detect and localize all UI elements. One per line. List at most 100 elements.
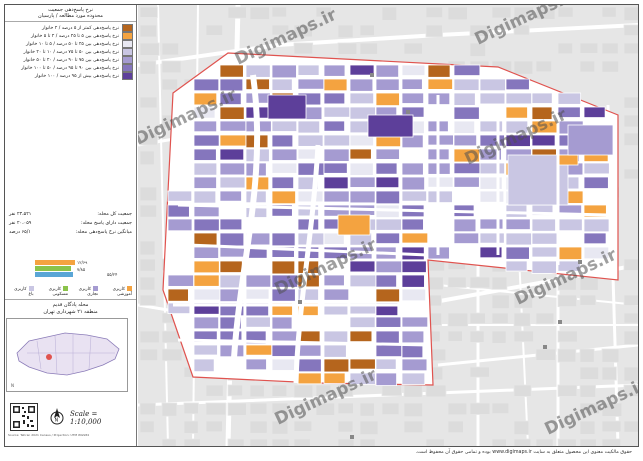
map-page: نرخ پاسخ‌دهی جمعیت محدوده مورد مطالعه / … bbox=[0, 0, 643, 461]
land-parcel bbox=[401, 316, 429, 328]
background-block bbox=[249, 6, 270, 20]
legend-swatch bbox=[122, 72, 133, 80]
background-block bbox=[469, 276, 491, 289]
land-parcel bbox=[323, 148, 350, 162]
land-parcel bbox=[323, 92, 346, 105]
landuse-item: کاربری باغ bbox=[14, 286, 34, 297]
background-block bbox=[337, 420, 354, 433]
background-block bbox=[139, 96, 158, 109]
land-parcel bbox=[349, 120, 372, 134]
land-parcel bbox=[193, 190, 217, 204]
land-parcel bbox=[245, 358, 267, 371]
background-block bbox=[579, 294, 597, 306]
land-parcel bbox=[297, 78, 325, 90]
qr-code-icon bbox=[10, 403, 38, 431]
land-parcel bbox=[297, 190, 324, 203]
land-parcel bbox=[193, 344, 218, 356]
background-block bbox=[139, 420, 155, 434]
legend-item: نرخ پاسخ‌دهی بین ۹۰ تا ۹۵ درصد / ۵۰ تا ۱… bbox=[8, 64, 133, 72]
land-parcel bbox=[193, 218, 220, 232]
land-parcel bbox=[375, 372, 397, 386]
legend-item-label: نرخ پاسخ‌دهی بیش از ۹۵ درصد / ۱۰۰ خانوار bbox=[34, 73, 119, 79]
stat-respondents: جمعیت دارای پاسخ محله: ۲۰،۰۵۹ نفر bbox=[9, 221, 132, 226]
background-block bbox=[139, 258, 156, 272]
background-block bbox=[139, 402, 156, 416]
background-block bbox=[557, 294, 578, 308]
land-parcel bbox=[297, 162, 325, 176]
legend-title-line2: محدوده مورد مطالعه / پارسیان bbox=[38, 13, 103, 19]
background-block bbox=[139, 294, 157, 306]
land-parcel bbox=[323, 120, 345, 132]
stat-avg-response: میانگین نرخ پاسخ‌دهی محله: ۶۵/۱ درصد bbox=[9, 230, 132, 235]
land-parcel bbox=[453, 64, 481, 76]
background-block bbox=[205, 402, 227, 416]
land-parcel bbox=[271, 330, 299, 342]
land-parcel bbox=[375, 358, 397, 370]
land-parcel bbox=[453, 176, 480, 188]
land-parcel bbox=[245, 316, 271, 328]
land-parcel bbox=[479, 78, 506, 92]
land-parcel bbox=[245, 288, 270, 300]
background-block bbox=[557, 384, 578, 397]
land-parcel bbox=[193, 274, 220, 287]
background-block bbox=[491, 312, 509, 324]
background-block bbox=[557, 438, 577, 446]
land-parcel bbox=[453, 134, 478, 147]
background-block bbox=[425, 438, 445, 446]
land-parcel bbox=[375, 148, 400, 160]
land-parcel bbox=[557, 218, 583, 232]
land-parcel bbox=[375, 218, 402, 231]
land-parcel bbox=[401, 64, 426, 76]
background-block bbox=[337, 402, 354, 415]
land-parcel bbox=[427, 134, 454, 146]
background-block bbox=[293, 42, 314, 55]
land-parcel bbox=[375, 162, 398, 175]
background-block bbox=[535, 312, 555, 325]
land-parcel bbox=[583, 162, 610, 175]
legend-items: نرخ پاسخ‌دهی کمتر از ۵ درصد / ۲ خانوار نر… bbox=[5, 22, 136, 82]
background-block bbox=[623, 258, 638, 271]
legend-swatch bbox=[122, 48, 133, 56]
land-parcel bbox=[453, 106, 480, 120]
study-area-marker bbox=[46, 354, 52, 360]
land-parcel bbox=[193, 232, 218, 246]
land-parcel bbox=[453, 120, 476, 134]
legend-title: نرخ پاسخ‌دهی جمعیت محدوده مورد مطالعه / … bbox=[5, 5, 136, 22]
land-parcel bbox=[479, 190, 505, 203]
land-parcel bbox=[323, 78, 348, 92]
landuse-legend: کاربری آموزشی کاربری تجاری کاربری مسکونی… bbox=[9, 286, 132, 297]
background-block bbox=[579, 60, 596, 73]
background-block bbox=[469, 366, 490, 378]
land-parcel bbox=[401, 92, 424, 104]
land-parcel-large bbox=[567, 124, 614, 156]
background-block bbox=[161, 402, 178, 417]
land-parcel bbox=[375, 232, 400, 244]
land-parcel bbox=[401, 288, 427, 302]
landuse-item: کاربری تجاری bbox=[78, 286, 98, 297]
land-parcel bbox=[219, 218, 243, 231]
land-parcel bbox=[219, 190, 242, 202]
background-block bbox=[337, 438, 355, 446]
land-parcel bbox=[193, 288, 221, 301]
svg-text:N: N bbox=[11, 383, 14, 388]
land-parcel bbox=[323, 64, 346, 77]
land-parcel bbox=[271, 232, 296, 247]
background-block bbox=[601, 438, 622, 446]
background-block bbox=[161, 438, 177, 446]
background-block bbox=[601, 420, 622, 433]
land-parcel bbox=[297, 120, 321, 134]
background-block bbox=[513, 438, 532, 446]
land-parcel bbox=[323, 106, 351, 118]
land-parcel bbox=[349, 190, 376, 204]
background-block bbox=[249, 384, 265, 398]
land-parcel bbox=[401, 190, 427, 202]
background-block bbox=[359, 42, 378, 55]
land-parcel bbox=[297, 134, 324, 147]
scale-text: Scale = 1:10,000 bbox=[70, 410, 102, 426]
land-parcel bbox=[297, 358, 322, 373]
background-block bbox=[513, 330, 534, 343]
background-block bbox=[535, 348, 557, 361]
response-bars: ۱۲/۶۹ ۷/۸۵ ۵۵/۲۴ bbox=[35, 260, 131, 282]
land-parcel bbox=[271, 176, 294, 189]
background-block bbox=[183, 420, 199, 434]
